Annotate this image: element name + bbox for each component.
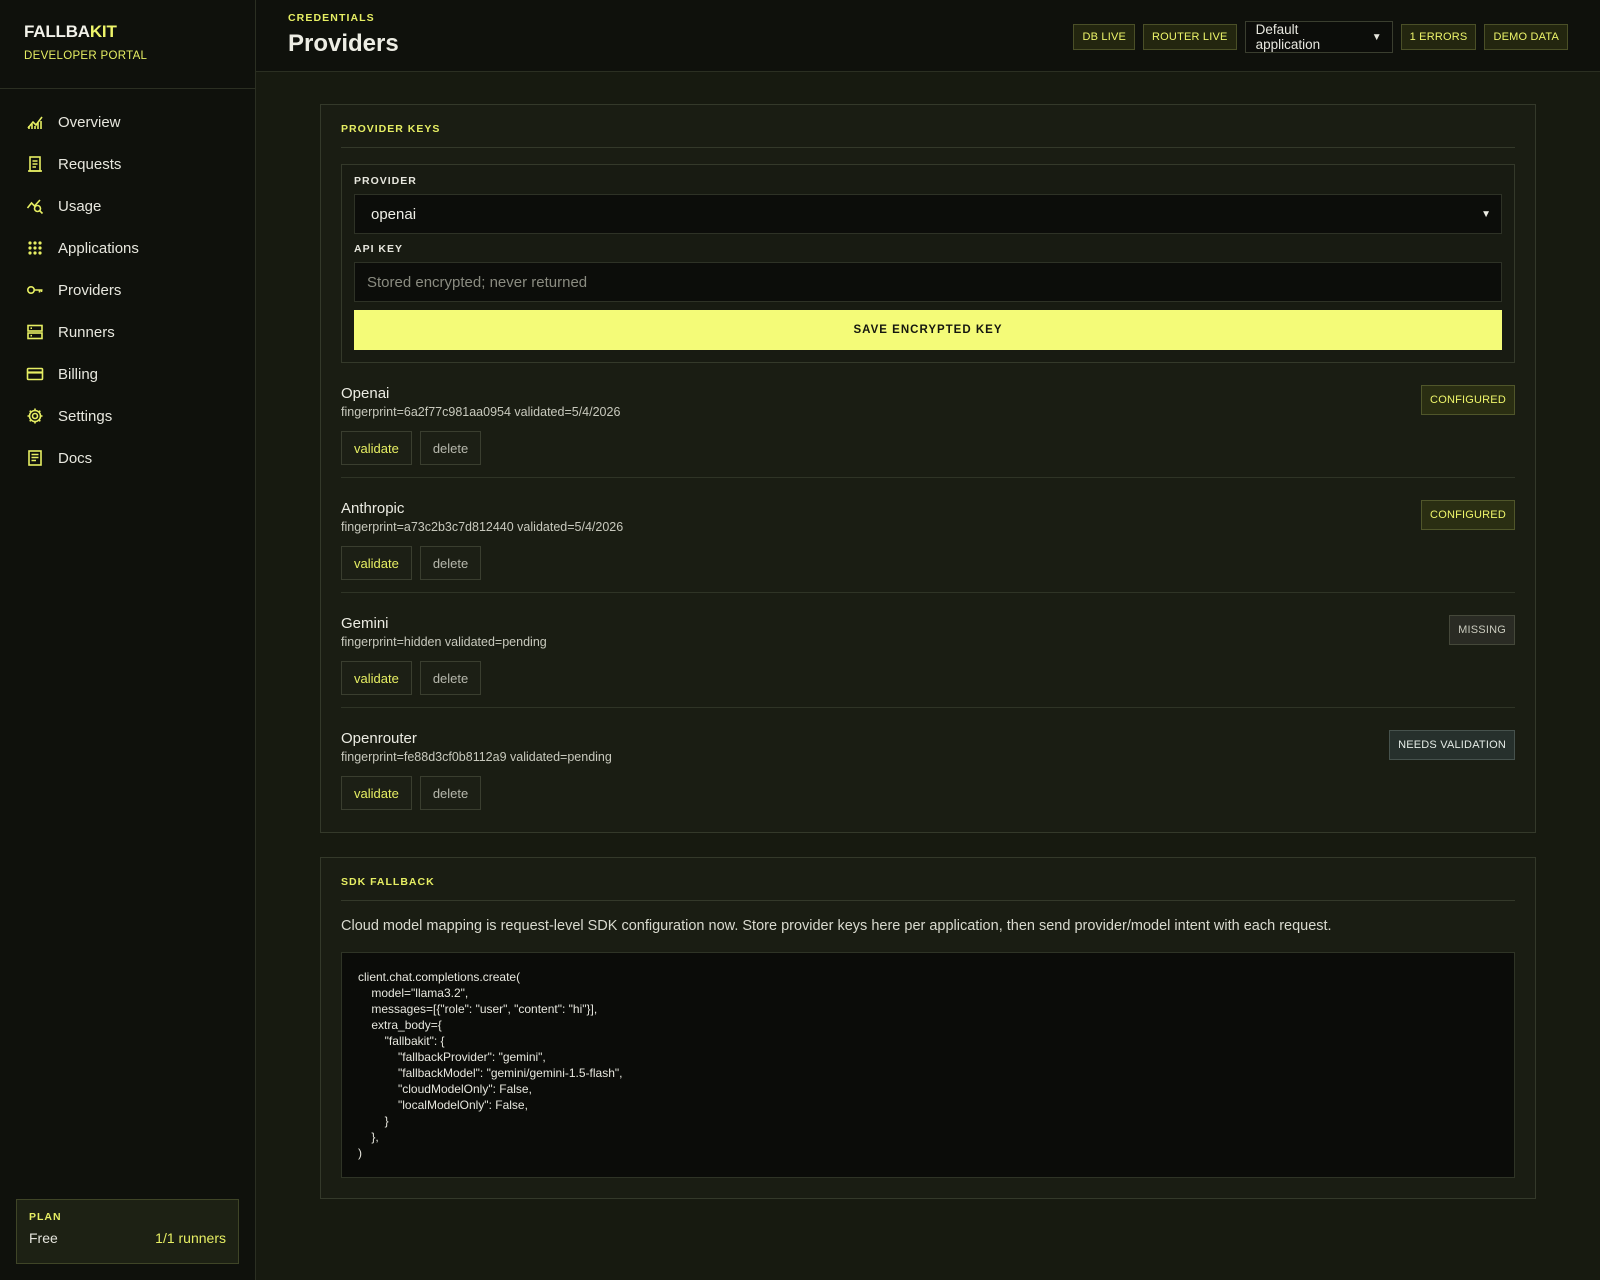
demo-data-badge[interactable]: DEMO DATA xyxy=(1484,24,1568,50)
sidebar-item-requests[interactable]: Requests xyxy=(0,143,255,185)
provider-key-form: PROVIDER openai ▼ API KEY SAVE ENCRYPTED… xyxy=(341,164,1515,363)
provider-name: Openrouter xyxy=(341,730,417,747)
content: PROVIDER KEYS PROVIDER openai ▼ API KEY … xyxy=(256,72,1600,1199)
application-select[interactable]: Default application ▼ xyxy=(1244,21,1393,53)
credit-card-icon xyxy=(26,365,44,383)
code-snippet[interactable]: client.chat.completions.create( model="l… xyxy=(341,952,1515,1178)
plan-label: PLAN xyxy=(29,1211,62,1223)
chevron-down-icon: ▼ xyxy=(1371,31,1382,43)
topbar-controls: DB LIVE ROUTER LIVE Default application … xyxy=(1073,21,1568,53)
errors-badge[interactable]: 1 ERRORS xyxy=(1400,24,1477,50)
sidebar-item-label: Usage xyxy=(58,197,102,215)
plan-row: Free 1/1 runners xyxy=(29,1230,226,1246)
provider-actions: validate delete xyxy=(341,546,1515,580)
application-select-value: Default application xyxy=(1255,22,1321,52)
sidebar: FALLBAKIT DEVELOPER PORTAL Overview Requ… xyxy=(0,0,256,1280)
provider-name: Anthropic xyxy=(341,500,405,517)
sidebar-item-settings[interactable]: Settings xyxy=(0,395,255,437)
delete-button[interactable]: delete xyxy=(419,546,482,580)
plan-card: PLAN Free 1/1 runners xyxy=(16,1199,239,1264)
provider-row-anthropic: Anthropic fingerprint=a73c2b3c7d812440 v… xyxy=(341,478,1515,593)
api-key-input[interactable] xyxy=(354,262,1502,302)
breadcrumb: CREDENTIALS xyxy=(288,12,375,24)
server-icon xyxy=(26,323,44,341)
validate-button[interactable]: validate xyxy=(341,776,412,810)
sidebar-item-docs[interactable]: Docs xyxy=(0,437,255,479)
provider-name: Openai xyxy=(341,385,390,402)
status-badge: CONFIGURED xyxy=(1421,500,1515,530)
sidebar-item-label: Runners xyxy=(58,323,115,341)
delete-button[interactable]: delete xyxy=(419,431,482,465)
validate-button[interactable]: validate xyxy=(341,661,412,695)
grid-icon xyxy=(26,239,44,257)
provider-keys-heading: PROVIDER KEYS xyxy=(341,123,1515,148)
provider-row-gemini: Gemini fingerprint=hidden validated=pend… xyxy=(341,593,1515,708)
sidebar-item-billing[interactable]: Billing xyxy=(0,353,255,395)
trend-search-icon xyxy=(26,197,44,215)
provider-select[interactable]: openai ▼ xyxy=(354,194,1502,234)
provider-row-openrouter: Openrouter fingerprint=fe88d3cf0b8112a9 … xyxy=(341,708,1515,812)
page-heading: CREDENTIALS Providers xyxy=(288,0,399,58)
provider-meta: fingerprint=fe88d3cf0b8112a9 validated=p… xyxy=(341,750,612,764)
router-live-badge[interactable]: ROUTER LIVE xyxy=(1143,24,1237,50)
sidebar-item-overview[interactable]: Overview xyxy=(0,101,255,143)
plan-runners: 1/1 runners xyxy=(155,1230,226,1246)
sidebar-item-label: Billing xyxy=(58,365,99,383)
status-badge: NEEDS VALIDATION xyxy=(1389,730,1515,760)
brand-name-part2: KIT xyxy=(89,22,117,41)
provider-actions: validate delete xyxy=(341,776,1515,810)
sidebar-item-label: Requests xyxy=(58,155,122,173)
brand-subtitle: DEVELOPER PORTAL xyxy=(24,50,148,62)
provider-keys-card: PROVIDER KEYS PROVIDER openai ▼ API KEY … xyxy=(320,104,1536,833)
provider-actions: validate delete xyxy=(341,431,1515,465)
sidebar-item-applications[interactable]: Applications xyxy=(0,227,255,269)
sidebar-item-usage[interactable]: Usage xyxy=(0,185,255,227)
brand-name-part1: FALLBA xyxy=(24,22,90,41)
main-area: CREDENTIALS Providers DB LIVE ROUTER LIV… xyxy=(256,0,1600,1280)
sidebar-item-label: Settings xyxy=(58,407,113,425)
chart-icon xyxy=(26,113,44,131)
provider-meta: fingerprint=a73c2b3c7d812440 validated=5… xyxy=(341,520,624,534)
sdk-fallback-description: Cloud model mapping is request-level SDK… xyxy=(341,918,1332,934)
validate-button[interactable]: validate xyxy=(341,546,412,580)
provider-select-value: openai xyxy=(371,205,417,223)
sidebar-item-label: Docs xyxy=(58,449,93,467)
gear-icon xyxy=(26,407,44,425)
provider-meta: fingerprint=hidden validated=pending xyxy=(341,635,547,649)
provider-row-openai: Openai fingerprint=6a2f77c981aa0954 vali… xyxy=(341,363,1515,478)
status-badge: MISSING xyxy=(1449,615,1515,645)
provider-actions: validate delete xyxy=(341,661,1515,695)
provider-name: Gemini xyxy=(341,615,389,632)
provider-label: PROVIDER xyxy=(354,175,417,187)
app-root: FALLBAKIT DEVELOPER PORTAL Overview Requ… xyxy=(0,0,1600,1280)
db-live-badge[interactable]: DB LIVE xyxy=(1073,24,1136,50)
page-title: Providers xyxy=(288,30,399,57)
document-icon xyxy=(26,449,44,467)
sdk-fallback-heading: SDK FALLBACK xyxy=(341,876,1515,901)
receipt-icon xyxy=(26,155,44,173)
brand-logo[interactable]: FALLBAKIT xyxy=(24,22,231,42)
sdk-fallback-card: SDK FALLBACK Cloud model mapping is requ… xyxy=(320,857,1536,1199)
sidebar-item-runners[interactable]: Runners xyxy=(0,311,255,353)
status-badge: CONFIGURED xyxy=(1421,385,1515,415)
sidebar-item-label: Providers xyxy=(58,281,122,299)
provider-list: Openai fingerprint=6a2f77c981aa0954 vali… xyxy=(341,363,1515,812)
key-icon xyxy=(26,281,44,299)
brand: FALLBAKIT DEVELOPER PORTAL xyxy=(0,0,255,89)
sidebar-item-providers[interactable]: Providers xyxy=(0,269,255,311)
api-key-label: API KEY xyxy=(354,243,404,255)
chevron-down-icon: ▼ xyxy=(1481,208,1491,220)
delete-button[interactable]: delete xyxy=(419,776,482,810)
sidebar-item-label: Overview xyxy=(58,113,121,131)
plan-name: Free xyxy=(29,1230,58,1246)
topbar: CREDENTIALS Providers DB LIVE ROUTER LIV… xyxy=(256,0,1600,72)
provider-meta: fingerprint=6a2f77c981aa0954 validated=5… xyxy=(341,405,621,419)
delete-button[interactable]: delete xyxy=(419,661,482,695)
sidebar-nav: Overview Requests Usage Applications Pro… xyxy=(0,89,255,479)
save-encrypted-key-button[interactable]: SAVE ENCRYPTED KEY xyxy=(354,310,1502,350)
validate-button[interactable]: validate xyxy=(341,431,412,465)
sidebar-item-label: Applications xyxy=(58,239,139,257)
